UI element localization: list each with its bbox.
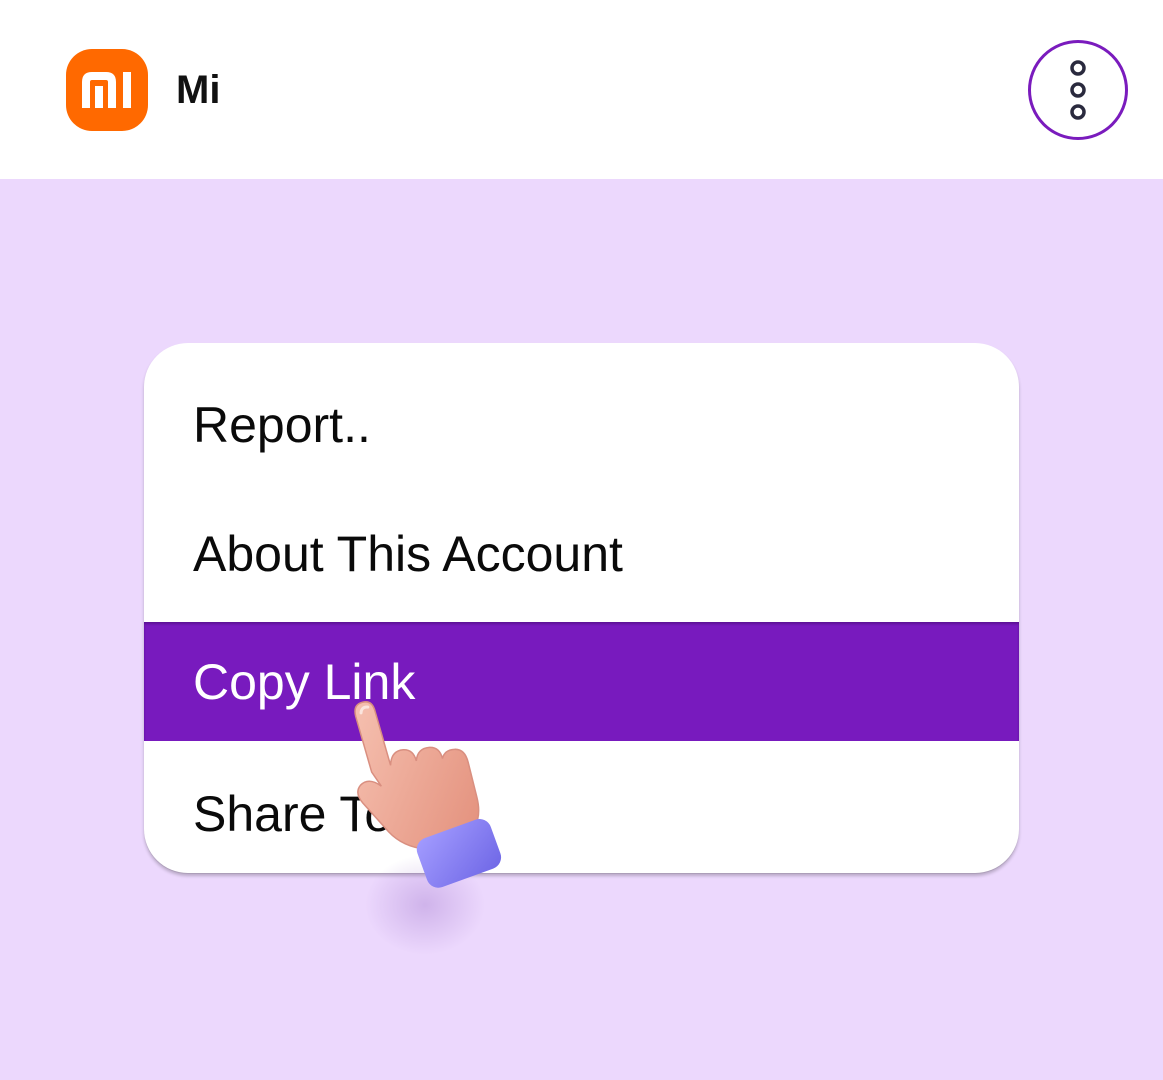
menu-item-label: About This Account xyxy=(193,526,623,582)
app-name: Mi xyxy=(176,68,221,112)
menu-item-report[interactable]: Report.. xyxy=(144,365,1019,485)
menu-item-share-to[interactable]: Share To.. xyxy=(144,754,1019,873)
more-vertical-icon xyxy=(1070,60,1086,120)
menu-item-label: Report.. xyxy=(193,397,371,453)
menu-item-copy-link[interactable]: Copy Link xyxy=(144,622,1019,741)
context-menu: Report.. About This Account Copy Link Sh… xyxy=(144,343,1019,873)
app-header: Mi xyxy=(0,0,1163,179)
mi-logo-icon xyxy=(66,49,148,131)
menu-item-about-account[interactable]: About This Account xyxy=(144,494,1019,614)
pointing-hand-icon xyxy=(330,680,520,980)
more-options-button[interactable] xyxy=(1028,40,1128,140)
